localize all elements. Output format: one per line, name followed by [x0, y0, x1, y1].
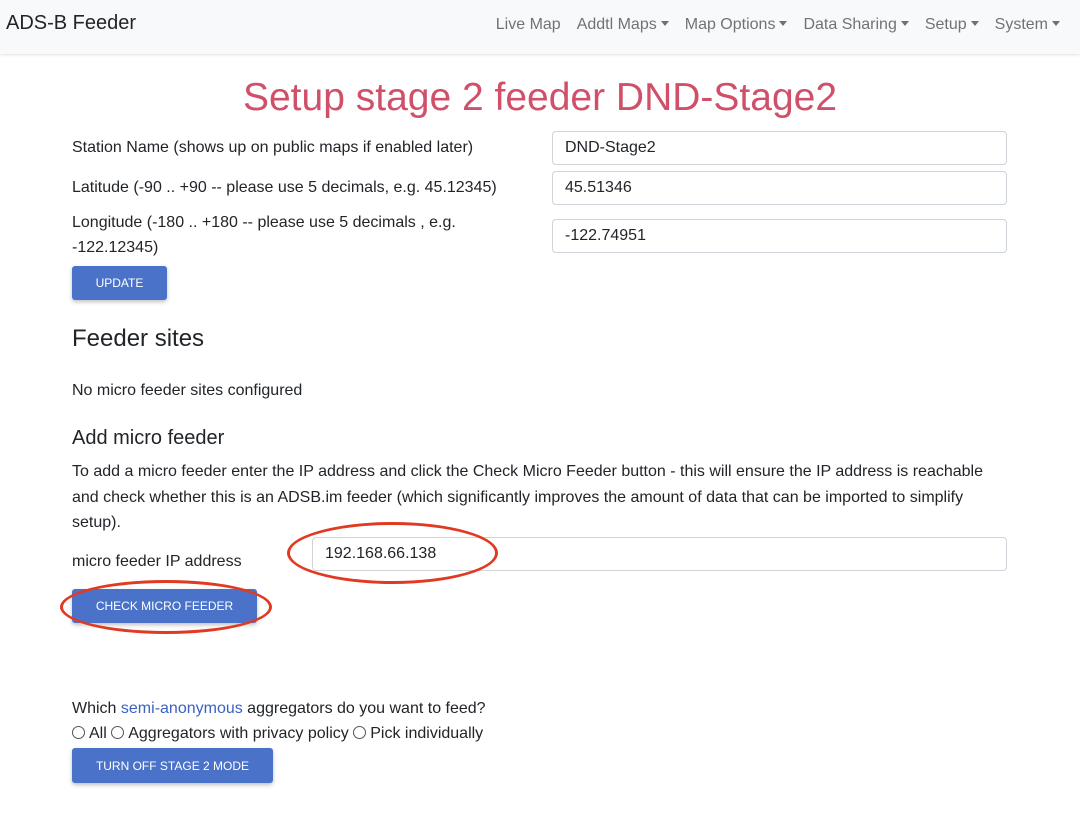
nav-item-label: Live Map: [495, 16, 561, 33]
nav-item-setup[interactable]: Setup: [917, 16, 987, 34]
station-name-label: Station Name (shows up on public maps if…: [72, 139, 474, 156]
longitude-label: Longitude (-180 .. +180 -- please use 5 …: [72, 210, 456, 260]
radio-circle-icon[interactable]: [353, 726, 367, 739]
caret-down-icon: [660, 21, 669, 26]
nav-item-label: Data Sharing: [803, 16, 897, 33]
nav-item-label: Addtl Maps: [576, 16, 657, 33]
caret-down-icon: [1052, 21, 1060, 26]
nav-item-system[interactable]: System: [987, 16, 1068, 34]
nav-item-addtl-maps[interactable]: Addtl Maps: [569, 16, 677, 34]
nav-menu: Live Map Addtl Maps Map Options Data Sha…: [488, 16, 1068, 34]
station-name-input[interactable]: DND-Stage2: [552, 131, 1007, 165]
radio-circle-icon[interactable]: [72, 726, 85, 739]
nav-item-live-map[interactable]: Live Map: [488, 16, 569, 34]
longitude-label-line2: -122.12345): [72, 239, 159, 256]
aggregators-question: Which semi-anonymous aggregators do you …: [72, 696, 486, 721]
radio-pick-individually[interactable]: Pick individually: [353, 725, 483, 742]
radio-circle-icon[interactable]: [111, 726, 125, 739]
brand-title[interactable]: ADS-B Feeder: [6, 12, 136, 35]
radio-all[interactable]: All: [72, 725, 107, 742]
update-button[interactable]: UPDATE: [72, 266, 167, 300]
aggregators-question-prefix: Which: [72, 700, 121, 717]
nav-item-label: Setup: [924, 16, 967, 33]
top-navbar: ADS-B Feeder Live Map Addtl Maps Map Opt…: [0, 0, 1080, 54]
caret-down-icon: [900, 21, 909, 26]
add-micro-feeder-description: To add a micro feeder enter the IP addre…: [72, 463, 983, 531]
radio-privacy-label: Aggregators with privacy policy: [128, 725, 349, 742]
page-title: Setup stage 2 feeder DND-Stage2: [242, 76, 838, 119]
annotation-ellipse-ip: [287, 522, 498, 584]
nav-item-map-options[interactable]: Map Options: [677, 16, 796, 34]
nav-item-label: Map Options: [684, 16, 776, 33]
aggregators-question-suffix: aggregators do you want to feed?: [242, 700, 486, 717]
feeder-sites-heading: Feeder sites: [72, 325, 205, 352]
turn-off-stage2-button[interactable]: TURN OFF STAGE 2 MODE: [72, 748, 273, 783]
micro-feeder-ip-label: micro feeder IP address: [72, 553, 242, 570]
no-feeder-sites-text: No micro feeder sites configured: [72, 382, 303, 399]
annotation-ellipse-check: [60, 580, 272, 634]
radio-all-label: All: [89, 725, 107, 742]
caret-down-icon: [970, 21, 979, 26]
caret-down-icon: [779, 21, 788, 26]
radio-pick-label: Pick individually: [370, 725, 484, 742]
longitude-label-line1: Longitude (-180 .. +180 -- please use 5 …: [72, 214, 456, 231]
latitude-input[interactable]: 45.51346: [552, 171, 1007, 205]
radio-privacy-policy[interactable]: Aggregators with privacy policy: [111, 725, 349, 742]
aggregators-options: All Aggregators with privacy policy Pick…: [72, 721, 483, 746]
add-micro-feeder-heading: Add micro feeder: [72, 427, 225, 449]
longitude-input[interactable]: -122.74951: [552, 219, 1007, 253]
nav-item-data-sharing[interactable]: Data Sharing: [795, 16, 916, 34]
latitude-label: Latitude (-90 .. +90 -- please use 5 dec…: [72, 179, 497, 196]
nav-item-label: System: [994, 16, 1048, 33]
semi-anonymous-link[interactable]: semi-anonymous: [121, 700, 243, 717]
